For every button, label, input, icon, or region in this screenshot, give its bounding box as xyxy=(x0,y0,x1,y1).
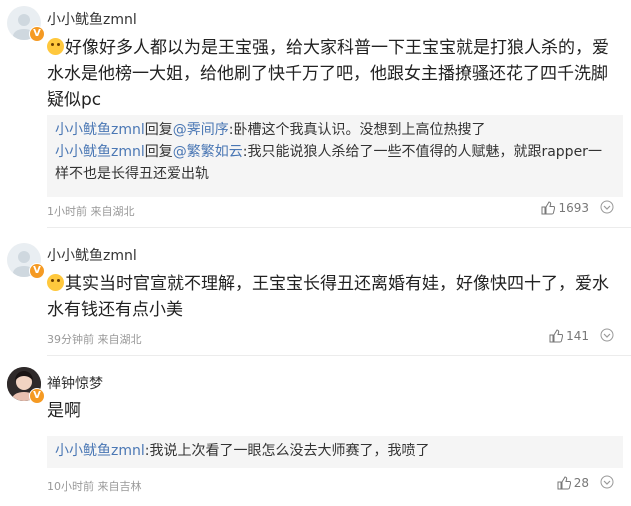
reply-box: 小小鱿鱼zmnl回复@霁间序:卧槽这个我真认识。没想到上高位热搜了 小小鱿鱼zm… xyxy=(47,115,623,197)
comment-meta: 10小时前 来自吉林 xyxy=(47,478,142,494)
reply-mention[interactable]: @霁间序 xyxy=(173,122,229,138)
comment-time: 39分钟前 xyxy=(47,333,94,346)
username[interactable]: 小小鱿鱼zmnl xyxy=(47,9,137,29)
reply-mention[interactable]: @繁繁如云 xyxy=(173,144,243,160)
reply-line: 小小鱿鱼zmnl回复@繁繁如云:我只能说狼人杀给了一些不值得的人赋魅，就跟rap… xyxy=(55,144,602,182)
verified-badge-icon: V xyxy=(29,263,45,279)
emoji-icon xyxy=(47,38,64,55)
comment-location: 来自吉林 xyxy=(97,480,142,493)
thumbs-up-icon xyxy=(557,476,571,490)
like-button[interactable]: 141 xyxy=(549,329,589,343)
reply-author[interactable]: 小小鱿鱼zmnl xyxy=(55,144,145,160)
reply-line: 小小鱿鱼zmnl:我说上次看了一眼怎么没去大师赛了，我喷了 xyxy=(55,443,430,459)
like-count: 28 xyxy=(573,476,589,490)
verified-badge-icon: V xyxy=(29,388,45,404)
divider xyxy=(47,227,631,228)
emoji-icon xyxy=(47,274,64,291)
username[interactable]: 小小鱿鱼zmnl xyxy=(47,245,137,265)
chevron-down-icon[interactable] xyxy=(600,475,614,492)
reply-box: 小小鱿鱼zmnl:我说上次看了一眼怎么没去大师赛了，我喷了 xyxy=(47,436,623,468)
comment-text: 其实当时官宣就不理解，王宝宝长得丑还离婚有娃，好像快四十了，爱水水有钱还有点小美 xyxy=(47,274,609,320)
chevron-down-icon[interactable] xyxy=(600,200,614,217)
comment-text: 是啊 xyxy=(47,401,81,421)
comment-time: 10小时前 xyxy=(47,480,94,493)
comment-meta: 1小时前 来自湖北 xyxy=(47,203,135,219)
like-button[interactable]: 1693 xyxy=(541,201,589,215)
username[interactable]: 禅钟惊梦 xyxy=(47,373,103,393)
like-count: 141 xyxy=(566,329,589,343)
comment-time: 1小时前 xyxy=(47,205,87,218)
thumbs-up-icon xyxy=(541,201,556,215)
comment-text: 好像好多人都以为是王宝强，给大家科普一下王宝宝就是打狼人杀的，爱水水是他榜一大姐… xyxy=(47,38,609,110)
verified-badge-icon: V xyxy=(29,26,45,42)
divider xyxy=(47,355,631,356)
thumbs-up-icon xyxy=(549,329,564,343)
chevron-down-icon[interactable] xyxy=(600,328,614,345)
reply-author[interactable]: 小小鱿鱼zmnl xyxy=(55,443,145,459)
reply-author[interactable]: 小小鱿鱼zmnl xyxy=(55,122,145,138)
comment-meta: 39分钟前 来自湖北 xyxy=(47,331,142,347)
comment-location: 来自湖北 xyxy=(90,205,135,218)
reply-line: 小小鱿鱼zmnl回复@霁间序:卧槽这个我真认识。没想到上高位热搜了 xyxy=(55,122,486,138)
like-count: 1693 xyxy=(558,201,589,215)
comment-location: 来自湖北 xyxy=(97,333,142,346)
like-button[interactable]: 28 xyxy=(557,476,589,490)
